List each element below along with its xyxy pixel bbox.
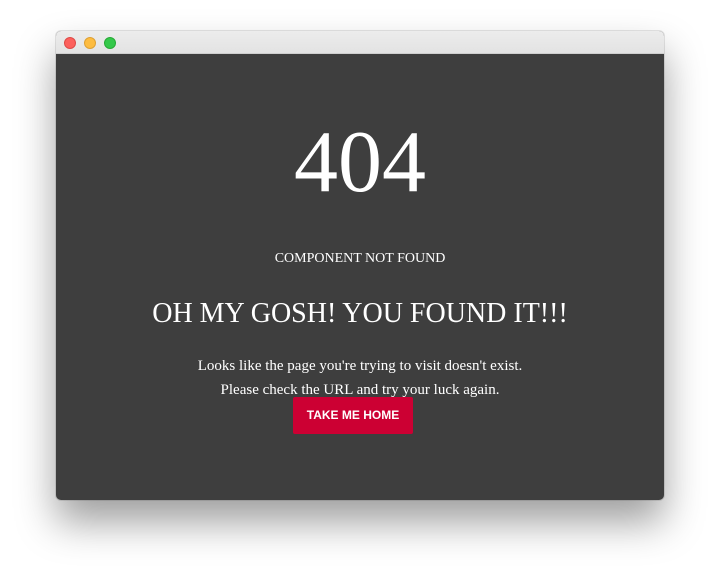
error-message: Looks like the page you're trying to vis… (56, 354, 664, 402)
minimize-icon[interactable] (84, 37, 96, 49)
error-headline: OH MY GOSH! YOU FOUND IT!!! (152, 298, 568, 329)
error-message-line-1: Looks like the page you're trying to vis… (197, 358, 523, 374)
take-me-home-button[interactable]: TAKE ME HOME (293, 397, 413, 434)
close-icon[interactable] (64, 37, 76, 49)
window-titlebar (56, 31, 664, 54)
browser-window: 404 COMPONENT NOT FOUND OH MY GOSH! YOU … (56, 31, 664, 500)
error-code: 404 (294, 114, 426, 211)
error-subtitle: COMPONENT NOT FOUND (274, 251, 446, 266)
maximize-icon[interactable] (104, 37, 116, 49)
error-page: 404 COMPONENT NOT FOUND OH MY GOSH! YOU … (56, 54, 664, 500)
